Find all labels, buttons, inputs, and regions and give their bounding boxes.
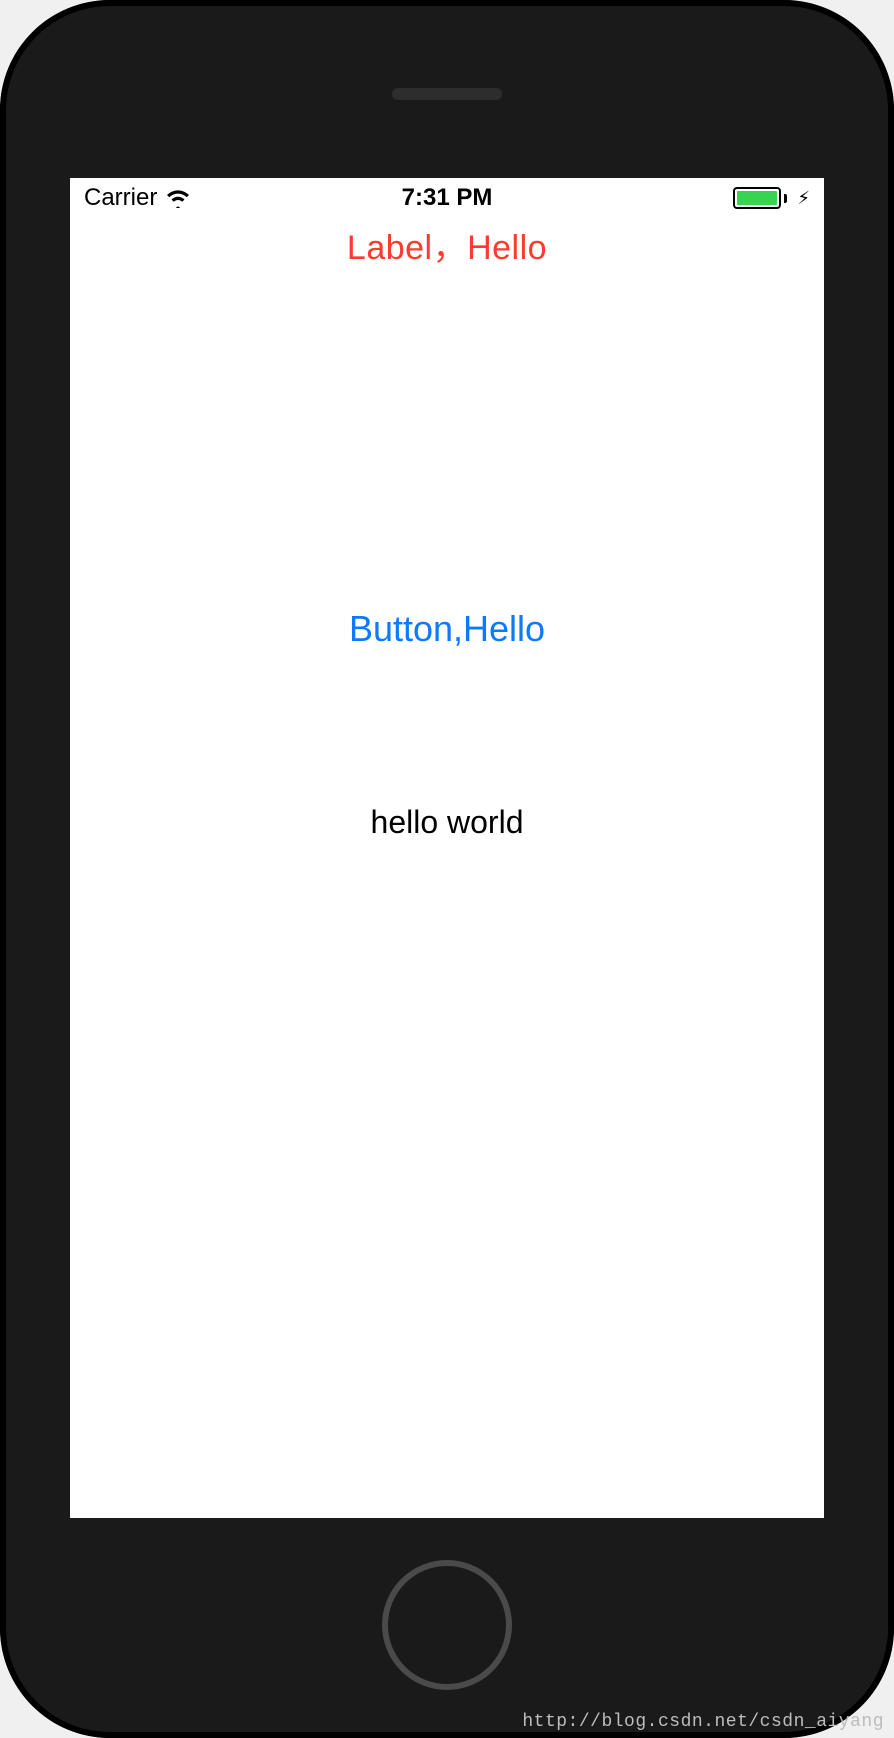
power-button <box>890 460 894 610</box>
mute-switch <box>0 300 4 370</box>
device-frame: Carrier 7:31 PM ⚡︎ <box>0 0 894 1738</box>
speaker-grille <box>392 88 502 100</box>
battery-icon <box>733 187 787 209</box>
screen: Carrier 7:31 PM ⚡︎ <box>70 178 824 1518</box>
status-bar: Carrier 7:31 PM ⚡︎ <box>70 178 824 218</box>
hello-world-label: hello world <box>70 804 824 841</box>
wifi-icon <box>165 188 191 208</box>
home-button[interactable] <box>382 1560 512 1690</box>
hello-button[interactable]: Button,Hello <box>70 608 824 650</box>
carrier-label: Carrier <box>84 184 157 212</box>
charging-icon: ⚡︎ <box>797 189 810 207</box>
clock-label: 7:31 PM <box>402 184 493 211</box>
app-content: Label，Hello Button,Hello hello world <box>70 218 824 1518</box>
volume-down-button <box>0 580 4 700</box>
watermark-text: http://blog.csdn.net/csdn_aiyang <box>522 1712 884 1732</box>
volume-up-button <box>0 430 4 550</box>
title-label: Label，Hello <box>70 220 824 269</box>
